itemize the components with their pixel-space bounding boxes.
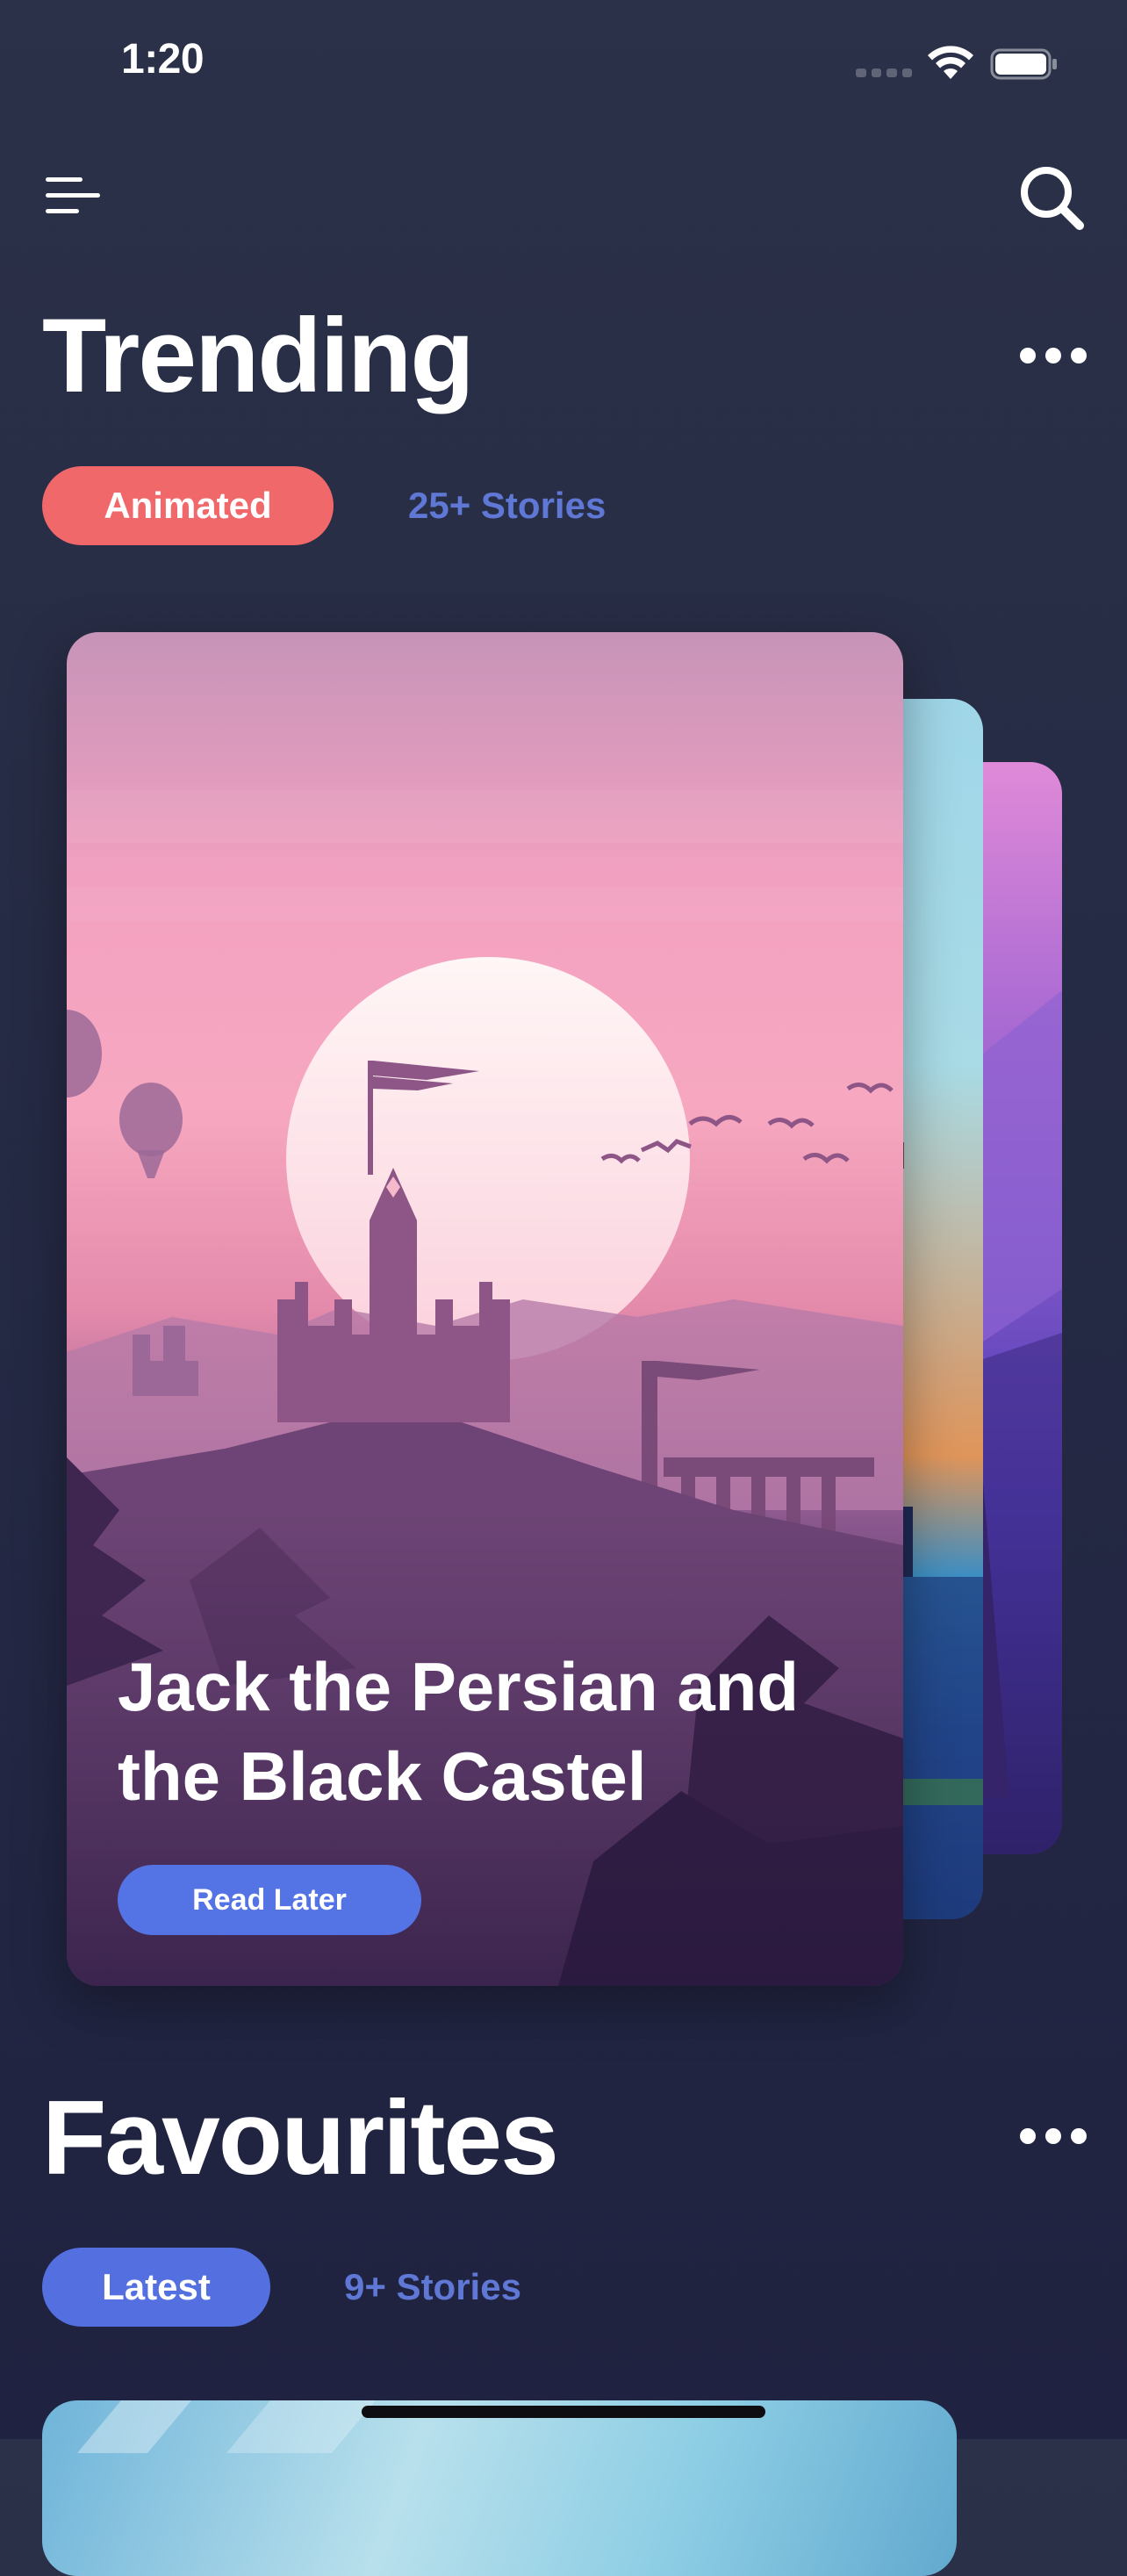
- latest-filter-button[interactable]: Latest: [42, 2248, 270, 2327]
- trending-story-count: 25+ Stories: [408, 485, 607, 526]
- status-bar: 1:20: [0, 0, 1127, 123]
- favourites-title: Favourites: [42, 2079, 559, 2197]
- favourite-story-card[interactable]: [42, 2400, 957, 2576]
- cellular-signal-icon: [856, 68, 912, 77]
- favourites-more-icon[interactable]: [1020, 2123, 1087, 2149]
- search-icon[interactable]: [1016, 162, 1087, 233]
- featured-story-title: Jack the Persian and the Black Castel: [118, 1648, 800, 1815]
- trending-more-icon[interactable]: [1020, 342, 1087, 369]
- home-indicator[interactable]: [362, 2406, 765, 2418]
- menu-icon[interactable]: [44, 174, 102, 218]
- trending-title: Trending: [42, 297, 475, 414]
- status-time: 1:20: [121, 36, 205, 83]
- battery-icon: [990, 48, 1057, 80]
- animated-filter-button[interactable]: Animated: [42, 466, 334, 545]
- favourites-story-count: 9+ Stories: [344, 2266, 521, 2307]
- read-later-button[interactable]: Read Later: [118, 1865, 421, 1935]
- sky-illustration: [77, 2400, 376, 2453]
- wifi-icon: [928, 46, 973, 79]
- featured-story-card[interactable]: Jack the Persian and the Black Castel Re…: [67, 632, 903, 1986]
